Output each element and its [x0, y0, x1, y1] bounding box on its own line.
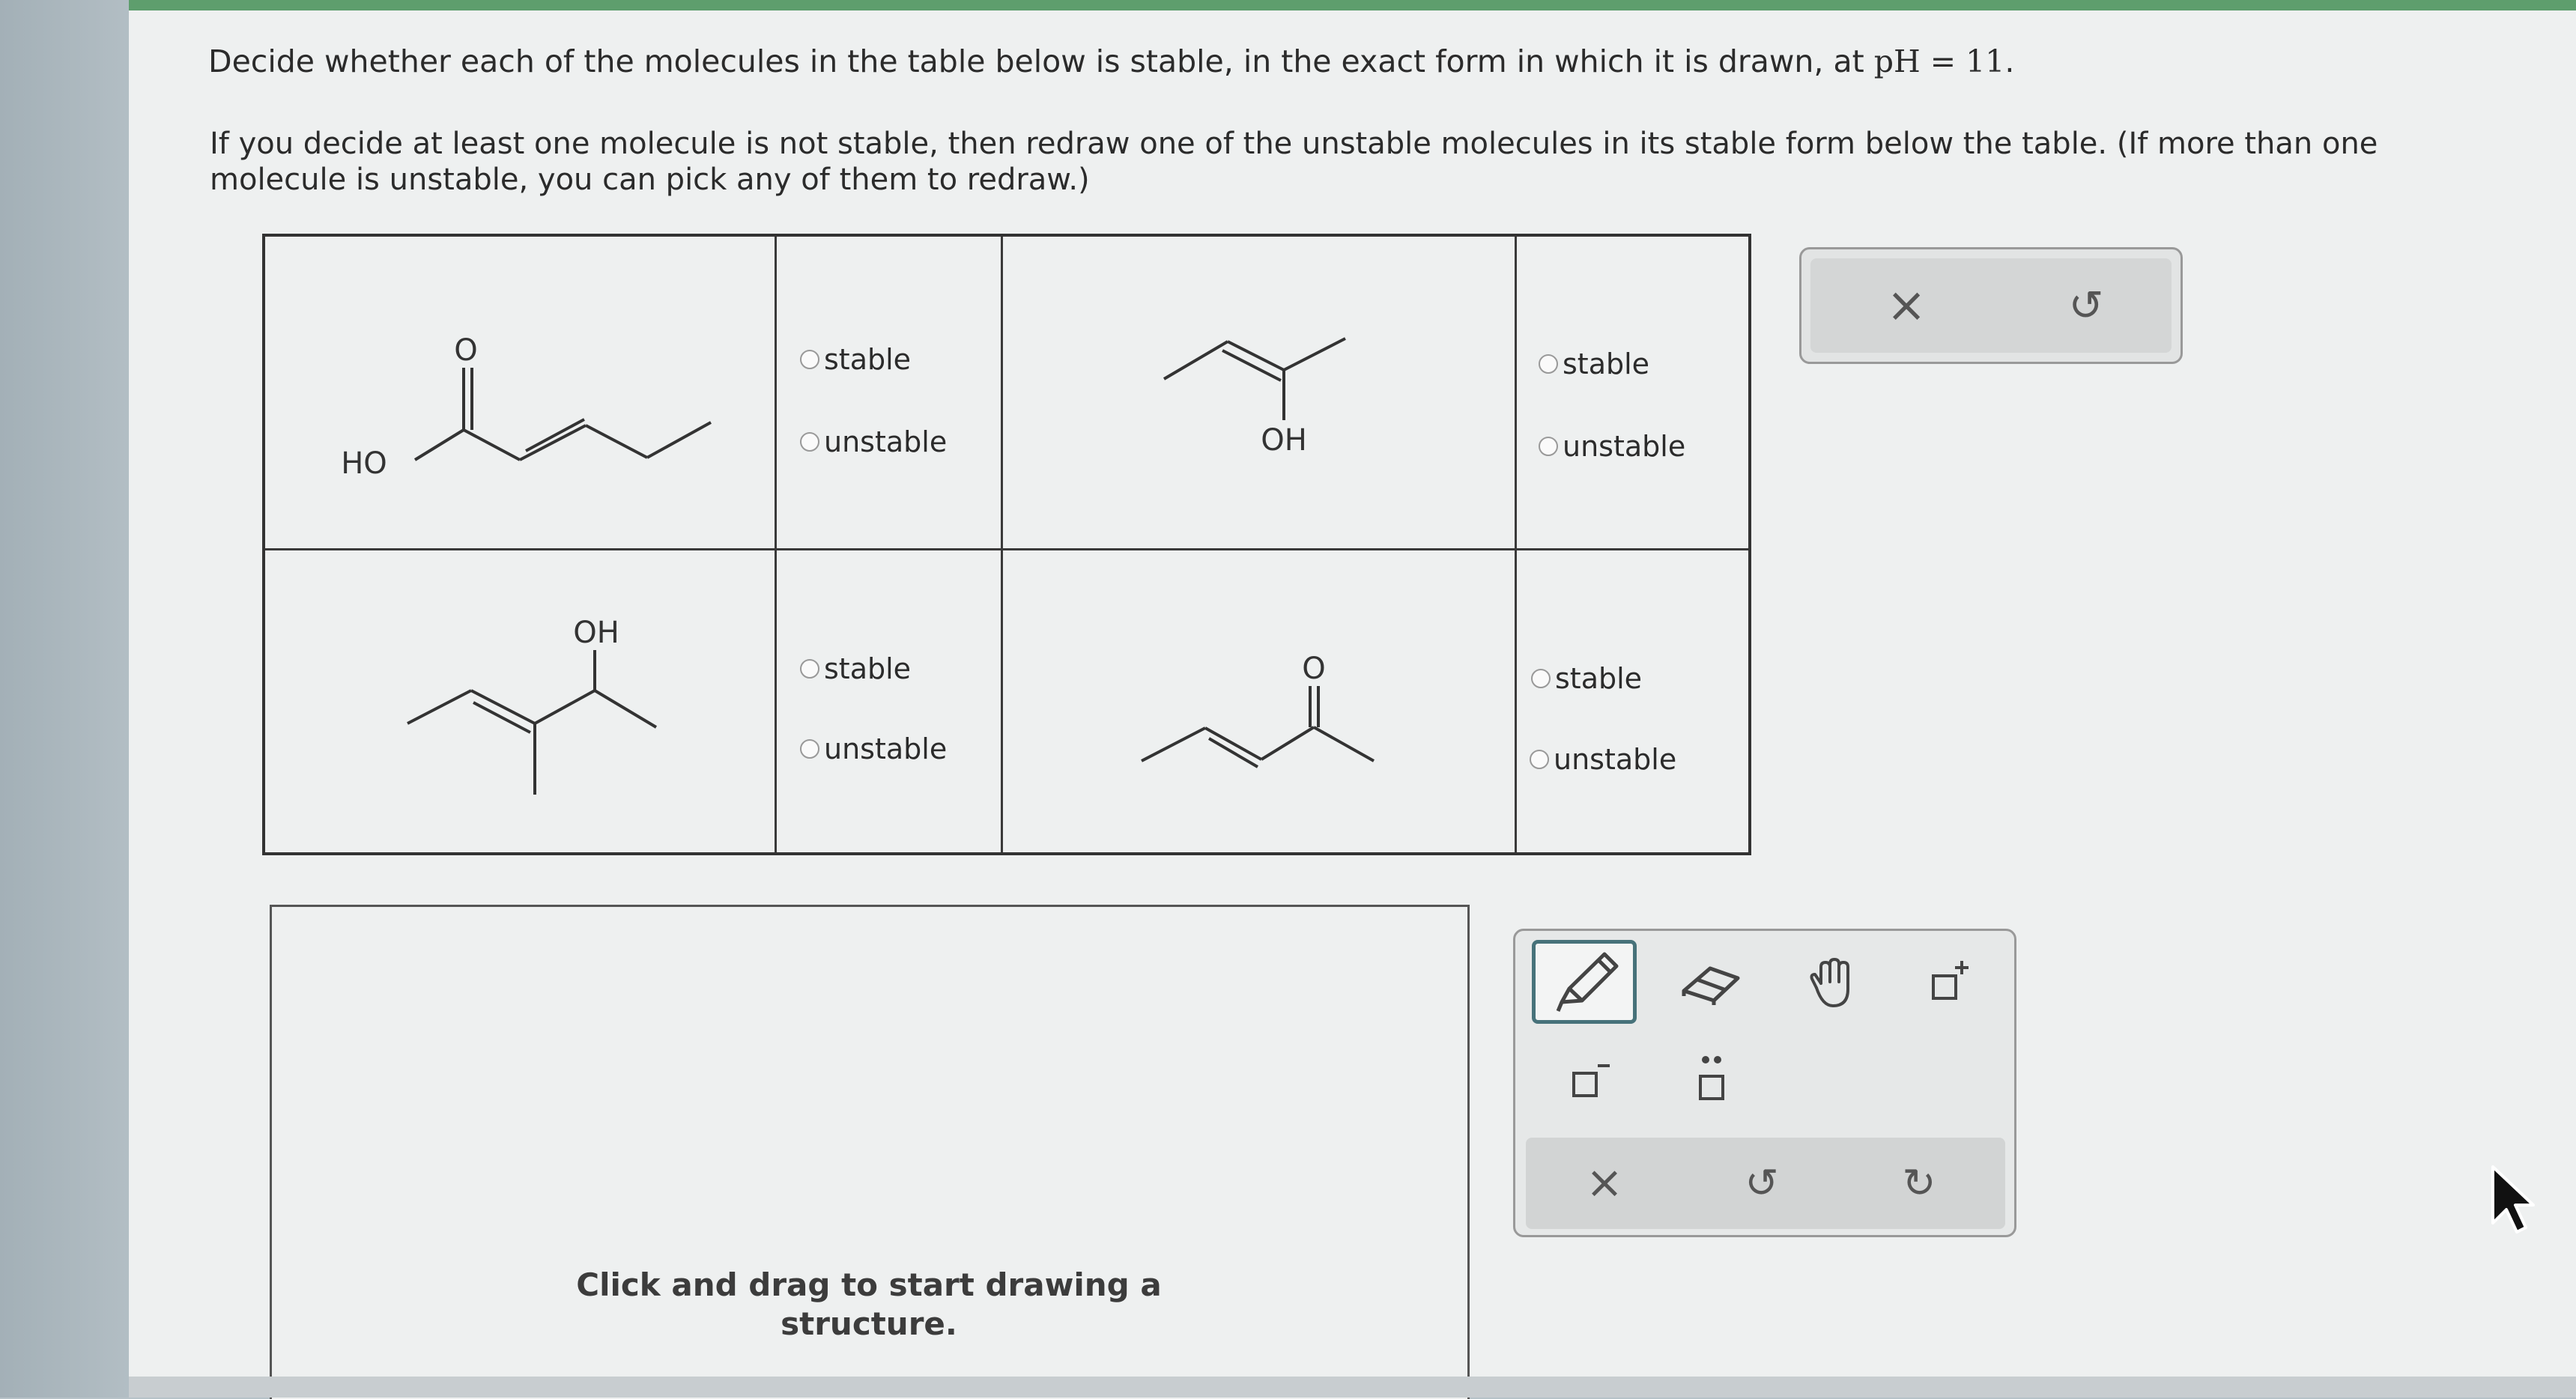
molecule-4: O	[1127, 641, 1396, 794]
answer-toolbar: × ↺	[1799, 247, 2183, 364]
molecule-3-structure: OH	[407, 616, 658, 795]
increase-charge-button[interactable]	[1905, 946, 1995, 1021]
hydroxyl-label: HO	[341, 446, 387, 481]
radio-button[interactable]	[1530, 750, 1549, 769]
decrease-charge-button[interactable]	[1545, 1043, 1635, 1118]
clear-button[interactable]: ×	[1869, 272, 1944, 339]
molecule-1-structure: O HO	[341, 333, 712, 481]
positive-charge-icon	[1932, 961, 1969, 1000]
pencil-icon	[1556, 952, 1619, 1012]
lone-pair-icon	[1699, 1056, 1724, 1100]
oxygen-label: O	[1302, 652, 1325, 686]
negative-charge-icon	[1572, 1064, 1610, 1097]
question-followup: If you decide at least one molecule is n…	[210, 127, 2378, 197]
lone-pair-button[interactable]	[1665, 1043, 1755, 1118]
molecule-4-stable-option[interactable]: stable	[1531, 662, 1642, 695]
undo-button[interactable]: ↺	[2049, 272, 2124, 339]
move-tool-button[interactable]	[1785, 946, 1875, 1021]
molecule-3-stable-option[interactable]: stable	[800, 652, 911, 685]
radio-button[interactable]	[800, 432, 819, 452]
radio-button[interactable]	[800, 739, 819, 759]
undo-icon: ↺	[2068, 281, 2104, 330]
hydroxyl-label: OH	[1261, 423, 1307, 458]
molecule-4-structure: O	[1141, 652, 1375, 768]
pencil-tool-button[interactable]	[1532, 940, 1637, 1024]
clear-drawing-button[interactable]: ×	[1563, 1145, 1646, 1220]
molecule-2: OH	[1149, 327, 1374, 472]
undo-icon: ↺	[1745, 1159, 1779, 1207]
redo-drawing-button[interactable]: ↻	[1878, 1145, 1960, 1220]
radio-button[interactable]	[800, 350, 819, 369]
redo-icon: ↻	[1902, 1159, 1936, 1207]
hand-icon	[1810, 958, 1849, 1007]
question-instruction: Decide whether each of the molecules in …	[208, 43, 2015, 79]
bottom-bar	[129, 1377, 2576, 1398]
molecule-1-stable-option[interactable]: stable	[800, 343, 911, 376]
hydroxyl-label: OH	[573, 616, 619, 650]
drawing-hint: Click and drag to start drawing a struct…	[576, 1266, 1162, 1342]
close-icon: ×	[1886, 278, 1927, 333]
molecule-1: O HO	[333, 327, 752, 502]
eraser-tool-button[interactable]	[1665, 946, 1755, 1021]
molecule-3: OH	[393, 611, 707, 816]
molecule-table: O HO stable unstable OH stable unstable	[262, 234, 1751, 855]
molecule-2-unstable-option[interactable]: unstable	[1539, 430, 1685, 463]
drawing-tool-panel: × ↺ ↻	[1513, 929, 2016, 1237]
close-icon: ×	[1585, 1156, 1624, 1209]
oxygen-label: O	[454, 333, 477, 368]
molecule-4-unstable-option[interactable]: unstable	[1530, 743, 1676, 776]
molecule-2-stable-option[interactable]: stable	[1539, 348, 1649, 380]
ph-value: pH = 11	[1873, 43, 2005, 79]
molecule-2-structure: OH	[1163, 337, 1346, 458]
radio-button[interactable]	[800, 659, 819, 679]
radio-button[interactable]	[1539, 354, 1558, 374]
molecule-1-unstable-option[interactable]: unstable	[800, 425, 947, 458]
drawing-actions-bar: × ↺ ↻	[1526, 1138, 2005, 1229]
eraser-icon	[1682, 966, 1740, 1005]
mouse-cursor-icon	[2485, 1163, 2538, 1241]
radio-button[interactable]	[1539, 437, 1558, 456]
molecule-3-unstable-option[interactable]: unstable	[800, 732, 947, 765]
undo-drawing-button[interactable]: ↺	[1721, 1145, 1803, 1220]
background-strip	[0, 0, 150, 1398]
radio-button[interactable]	[1531, 669, 1551, 688]
